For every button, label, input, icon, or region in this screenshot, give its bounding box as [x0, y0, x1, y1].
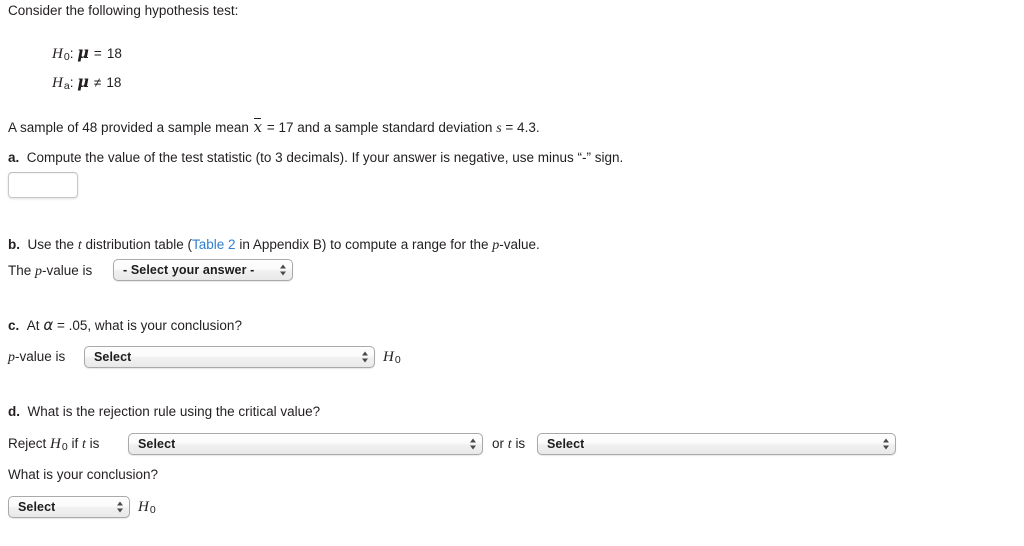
hypothesis-null-relation: =: [93, 46, 102, 61]
final-h-symbol: H: [138, 499, 149, 515]
part-a-text: Compute the value of the test statistic …: [26, 150, 624, 165]
part-c-answer-label: p-value is: [8, 350, 65, 365]
p-symbol: p: [35, 264, 43, 279]
part-b-label: b.: [8, 237, 20, 252]
test-statistic-input[interactable]: [8, 172, 78, 198]
rejection-rule-select-2-value: Select: [547, 437, 585, 451]
p-symbol: p: [8, 350, 15, 365]
final-conclusion-select[interactable]: Select: [8, 496, 130, 518]
part-c-answer-prefix: -value is: [15, 349, 66, 364]
stepper-arrows-icon: [278, 263, 287, 278]
final-conclusion-select-value: Select: [18, 500, 56, 514]
hypothesis-alt-relation: ≠: [93, 75, 102, 90]
rejection-rule-select-2[interactable]: Select: [537, 433, 896, 455]
part-d-h-subscript: 0: [61, 441, 68, 453]
worksheet-page: Consider the following hypothesis test: …: [0, 0, 1024, 546]
stepper-arrows-icon: [115, 500, 124, 515]
part-d-reject-text: Reject: [8, 436, 47, 451]
hypothesis-alt-subscript: a: [63, 80, 70, 92]
part-d-prompt: d. What is the rejection rule using the …: [8, 405, 320, 419]
table-2-link[interactable]: Table 2: [192, 237, 236, 252]
part-c-trailing-h0: H0: [383, 349, 401, 366]
part-b-text-3: in Appendix B) to compute a range for th…: [239, 237, 489, 252]
sample-statement-sd: = 4.3.: [505, 120, 540, 135]
part-c-label: c.: [8, 318, 20, 333]
part-b-text-4: -value.: [499, 237, 540, 252]
pvalue-conclusion-select-value: Select: [94, 350, 132, 364]
part-d-label: d.: [8, 404, 20, 419]
part-c-h-subscript: 0: [394, 354, 401, 366]
hypothesis-null-subscript: 0: [63, 51, 70, 63]
part-b-prompt: b. Use the t distribution table (Table 2…: [8, 238, 540, 253]
stepper-arrows-icon: [881, 437, 890, 452]
part-b-text-2: distribution table (: [85, 237, 193, 252]
part-a-prompt: a. Compute the value of the test statist…: [8, 151, 623, 165]
hypothesis-null-symbol: H: [52, 46, 63, 62]
part-d-is-text: is: [89, 436, 100, 451]
part-a-label: a.: [8, 150, 20, 165]
part-d-h-symbol: H: [50, 436, 61, 452]
part-b-answer-prefix: The: [8, 263, 32, 278]
hypothesis-null-value: 18: [106, 46, 122, 61]
rejection-rule-select-1-value: Select: [138, 437, 176, 451]
part-c-text-1: At: [26, 318, 40, 333]
final-h-subscript: 0: [149, 504, 156, 516]
pvalue-range-select[interactable]: - Select your answer -: [113, 259, 293, 281]
mu-icon: μ: [77, 72, 89, 91]
pvalue-conclusion-select[interactable]: Select: [84, 346, 375, 368]
final-conclusion-trailing-h0: H0: [138, 499, 156, 516]
part-c-h-symbol: H: [383, 349, 394, 365]
part-b-answer-suffix: -value is: [42, 263, 93, 278]
intro-label: Consider the following hypothesis test:: [8, 3, 239, 18]
part-b-text-1: Use the: [27, 237, 75, 252]
x-bar-icon: x: [253, 118, 263, 136]
stepper-arrows-icon: [468, 437, 477, 452]
hypothesis-null: H0: μ = 18: [52, 43, 122, 63]
stepper-arrows-icon: [360, 350, 369, 365]
sample-statement-prefix: A sample of 48 provided a sample mean: [8, 120, 249, 135]
hypothesis-alt-symbol: H: [52, 75, 63, 91]
part-d-or-text: or: [492, 436, 505, 451]
part-d-text: What is the rejection rule using the cri…: [27, 404, 321, 419]
mu-icon: μ: [77, 43, 89, 62]
part-c-prompt: c. At α = .05, what is your conclusion?: [8, 318, 242, 333]
sample-statement-mean: = 17 and a sample standard deviation: [266, 120, 493, 135]
part-c-text-2: = .05, what is your conclusion?: [56, 318, 242, 333]
part-d-conjunction: or t is: [492, 437, 525, 452]
pvalue-range-select-value: - Select your answer -: [123, 263, 255, 277]
sample-statement: A sample of 48 provided a sample mean x …: [8, 118, 540, 136]
hypothesis-alt: Ha: μ ≠ 18: [52, 72, 122, 92]
alpha-icon: α: [43, 316, 54, 334]
final-conclusion-text: What is your conclusion?: [8, 467, 159, 482]
part-d-is2-text: is: [515, 436, 526, 451]
hypothesis-alt-value: 18: [106, 75, 122, 90]
part-b-answer-label: The p-value is: [8, 264, 92, 279]
final-conclusion-prompt: What is your conclusion?: [8, 468, 158, 482]
part-d-rule-label: Reject H0 if t is: [8, 436, 100, 453]
intro-text: Consider the following hypothesis test:: [8, 4, 238, 18]
rejection-rule-select-1[interactable]: Select: [128, 433, 483, 455]
